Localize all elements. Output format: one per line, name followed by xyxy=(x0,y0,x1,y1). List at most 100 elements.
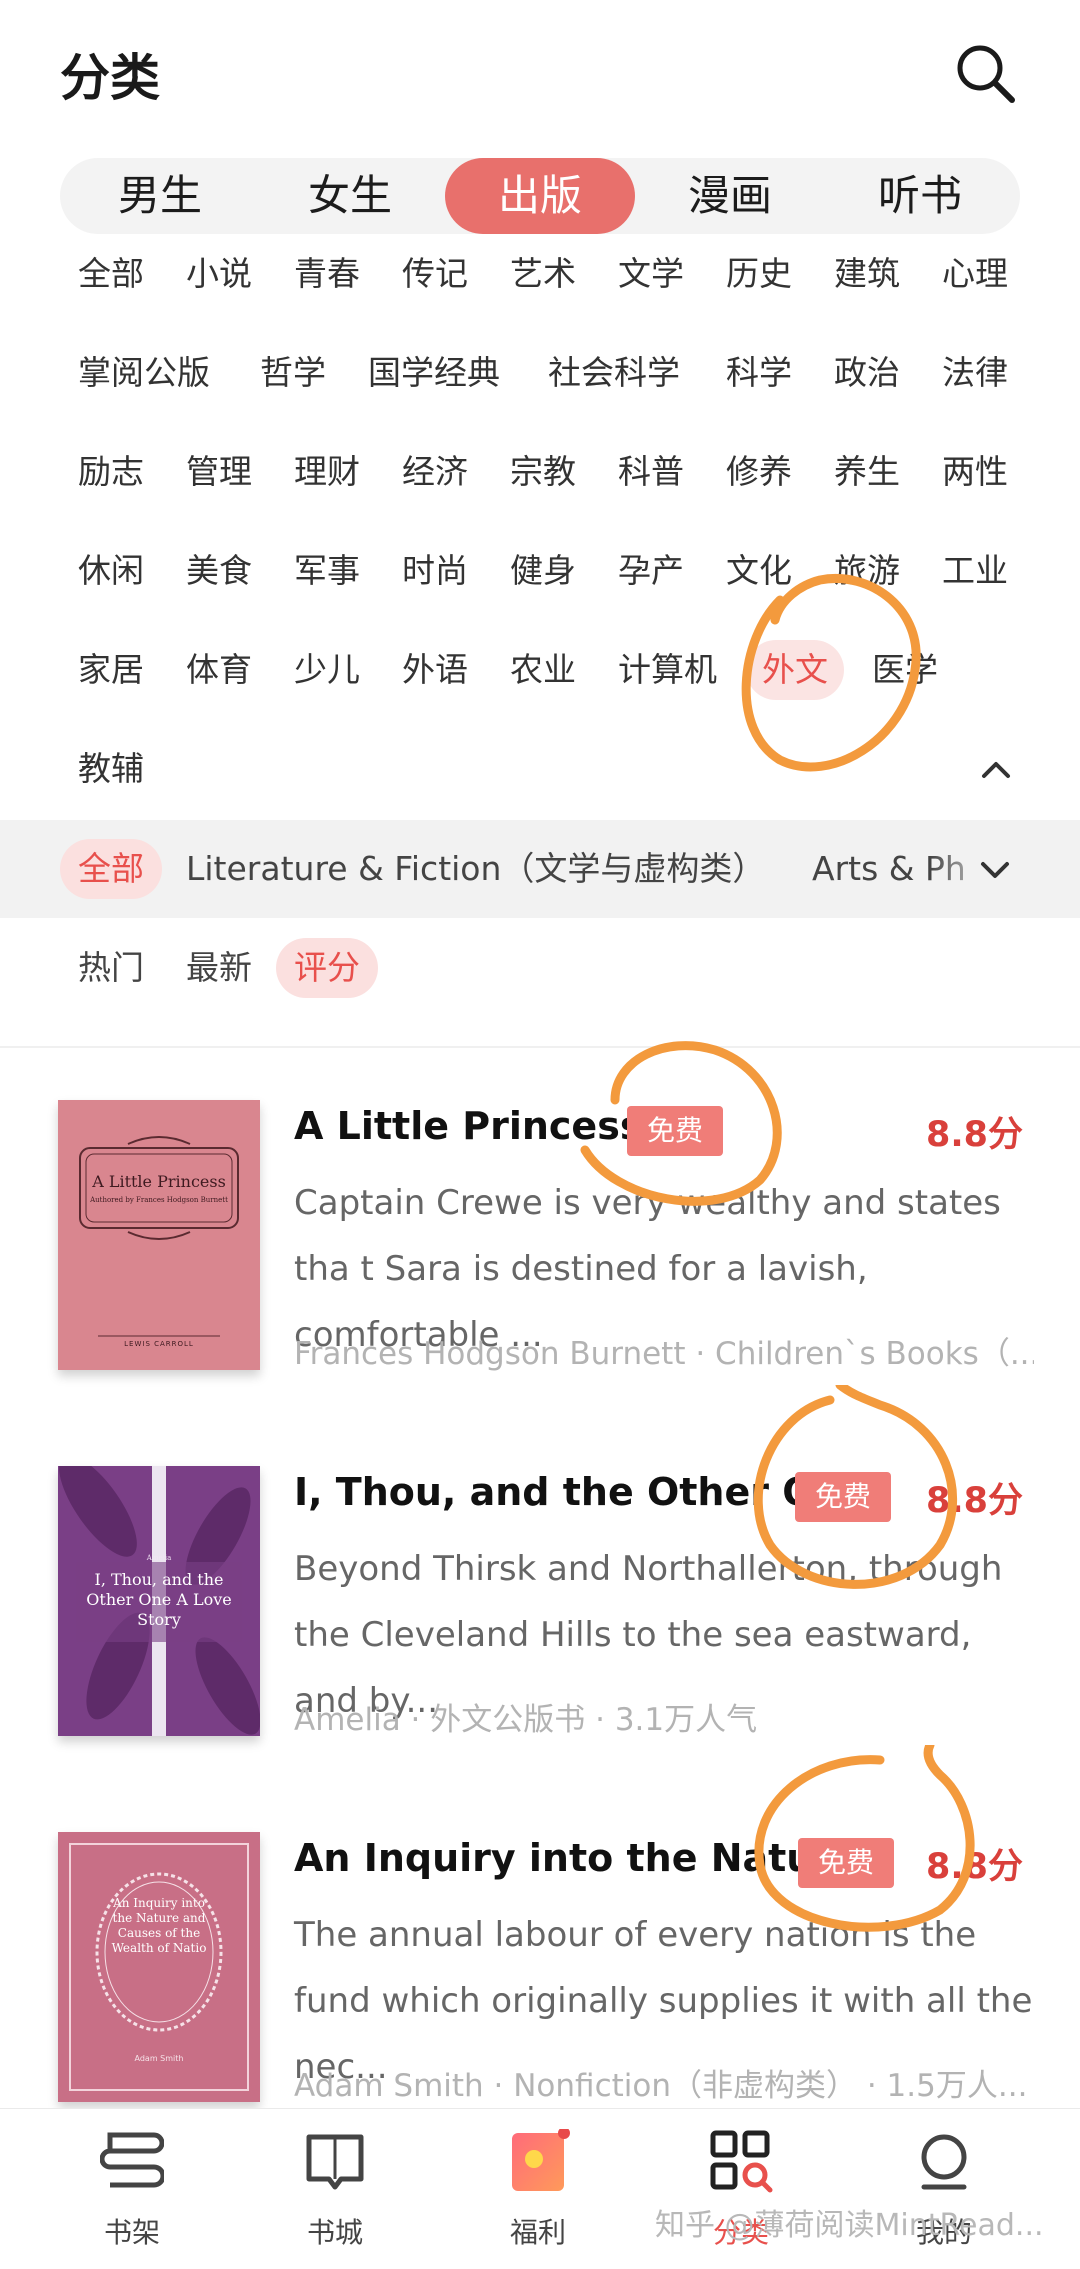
bottom-nav: 书架 书城 福利 分类 我的 xyxy=(0,2108,1080,2269)
tab-male[interactable]: 男生 xyxy=(80,158,240,234)
spine-line xyxy=(156,1562,162,1563)
category-icon xyxy=(709,2129,773,2193)
book-meta: Frances Hodgson Burnett · Children`s Boo… xyxy=(294,1336,1034,1372)
tag-item[interactable]: 农业 xyxy=(494,640,592,700)
book-cover[interactable]: An Inquiry into the Nature and Causes of… xyxy=(58,1832,260,2102)
header: 分类 xyxy=(0,0,1080,150)
tag-item[interactable]: 文学 xyxy=(602,244,700,304)
subcategory-all[interactable]: 全部 xyxy=(60,839,162,899)
tag-item[interactable]: 宗教 xyxy=(494,442,592,502)
gift-icon xyxy=(506,2127,570,2193)
chevron-down-icon[interactable] xyxy=(975,850,1015,890)
bookshelf-icon xyxy=(99,2129,166,2193)
book-title[interactable]: I, Thou, and the Other O... xyxy=(294,1470,857,1514)
cover-title: An Inquiry into the Nature and Causes of… xyxy=(111,1896,207,1955)
book-cover[interactable]: A Little Princess Authored by Frances Ho… xyxy=(58,1100,260,1370)
tag-item[interactable]: 两性 xyxy=(926,442,1024,502)
tag-item[interactable]: 美食 xyxy=(170,541,268,601)
tag-item[interactable]: 军事 xyxy=(278,541,376,601)
watermark: 知乎 @薄荷阅读MintRead... xyxy=(655,2208,1044,2243)
sort-hot[interactable]: 热门 xyxy=(78,938,144,998)
tag-item[interactable]: 心理 xyxy=(926,244,1024,304)
tab-female[interactable]: 女生 xyxy=(270,158,430,234)
sort-rating[interactable]: 评分 xyxy=(276,938,378,998)
tab-comics[interactable]: 漫画 xyxy=(650,158,810,234)
page-title: 分类 xyxy=(60,49,160,107)
tag-item[interactable]: 旅游 xyxy=(818,541,916,601)
tag-item[interactable]: 法律 xyxy=(926,343,1024,403)
tag-item[interactable]: 小说 xyxy=(170,244,268,304)
tag-item[interactable]: 国学经典 xyxy=(352,343,516,403)
tag-item[interactable]: 青春 xyxy=(278,244,376,304)
tag-item[interactable]: 艺术 xyxy=(494,244,592,304)
tag-item[interactable]: 家居 xyxy=(62,640,160,700)
tab-audiobook[interactable]: 听书 xyxy=(840,158,1000,234)
chevron-up-icon[interactable] xyxy=(976,750,1016,790)
book-cover[interactable]: Amelia I, Thou, and the Other One A Love… xyxy=(58,1455,261,1736)
sort-bar: 热门 最新 评分 xyxy=(0,932,1080,1012)
tag-item[interactable]: 休闲 xyxy=(62,541,160,601)
free-badge: 免费 xyxy=(795,1472,891,1522)
sort-newest[interactable]: 最新 xyxy=(186,938,252,998)
cover-author: Amelia xyxy=(146,1554,172,1562)
cover-author: Adam Smith xyxy=(134,2054,184,2063)
search-icon[interactable] xyxy=(950,38,1020,108)
tag-item[interactable]: 全部 xyxy=(62,244,160,304)
subcategory-literature[interactable]: Literature & Fiction（文学与虚构类） xyxy=(186,839,765,899)
free-badge: 免费 xyxy=(798,1838,894,1888)
cover-footer: LEWIS CARROLL xyxy=(124,1340,194,1348)
cover-title: A Little Princess xyxy=(92,1172,226,1191)
free-badge: 免费 xyxy=(627,1106,723,1156)
tag-item[interactable]: 哲学 xyxy=(244,343,342,403)
tag-item[interactable]: 教辅 xyxy=(62,739,160,799)
nav-welfare[interactable]: 福利 xyxy=(458,2127,618,2259)
tag-item[interactable]: 政治 xyxy=(818,343,916,403)
tag-item[interactable]: 外语 xyxy=(386,640,484,700)
book-item[interactable]: A Little Princess Authored by Frances Ho… xyxy=(0,1100,1080,1430)
book-title[interactable]: A Little Princess xyxy=(294,1104,642,1148)
divider xyxy=(0,1046,1080,1048)
nav-label: 书城 xyxy=(306,2216,363,2249)
tag-item[interactable]: 计算机 xyxy=(602,640,733,700)
tag-item[interactable]: 体育 xyxy=(170,640,268,700)
tag-item[interactable]: 医学 xyxy=(856,640,954,700)
tag-item[interactable]: 修养 xyxy=(710,442,808,502)
tag-item[interactable]: 科学 xyxy=(710,343,808,403)
cover-title: I, Thou, and the Other One A Love Story xyxy=(86,1570,232,1629)
book-score: 8.8分 xyxy=(926,1481,1024,1521)
book-title[interactable]: An Inquiry into the Natu... xyxy=(294,1836,857,1880)
book-score: 8.8分 xyxy=(926,1847,1024,1887)
book-score: 8.8分 xyxy=(926,1115,1024,1155)
nav-bookshelf[interactable]: 书架 xyxy=(52,2129,212,2259)
tag-item[interactable]: 建筑 xyxy=(818,244,916,304)
tag-item[interactable]: 孕产 xyxy=(602,541,700,601)
tag-item-selected[interactable]: 外文 xyxy=(746,640,844,700)
tag-item[interactable]: 健身 xyxy=(494,541,592,601)
nav-label: 书架 xyxy=(103,2216,160,2249)
category-tabs: 男生 女生 出版 漫画 听书 xyxy=(60,158,1020,234)
tag-item[interactable]: 理财 xyxy=(278,442,376,502)
tag-item[interactable]: 掌阅公版 xyxy=(62,343,226,403)
tag-item[interactable]: 时尚 xyxy=(386,541,484,601)
cover-subtitle: Authored by Frances Hodgson Burnett xyxy=(90,1196,228,1204)
book-meta: Adam Smith · Nonfiction（非虚构类） · 1.5万人... xyxy=(294,2068,1028,2104)
book-store-icon xyxy=(303,2129,367,2193)
subcategory-bar: 全部 Literature & Fiction（文学与虚构类） Arts & P… xyxy=(0,820,1080,918)
tag-item[interactable]: 历史 xyxy=(710,244,808,304)
tag-item[interactable]: 励志 xyxy=(62,442,160,502)
tag-item[interactable]: 经济 xyxy=(386,442,484,502)
tag-item[interactable]: 养生 xyxy=(818,442,916,502)
nav-label: 福利 xyxy=(509,2216,566,2249)
tag-item[interactable]: 少儿 xyxy=(278,640,376,700)
tag-item[interactable]: 社会科学 xyxy=(532,343,696,403)
book-item[interactable]: Amelia I, Thou, and the Other One A Love… xyxy=(0,1455,1080,1796)
book-meta: Amelia · 外文公版书 · 3.1万人气 xyxy=(294,1702,758,1738)
tag-item[interactable]: 管理 xyxy=(170,442,268,502)
tag-item[interactable]: 工业 xyxy=(926,541,1024,601)
profile-icon xyxy=(912,2129,976,2193)
tab-publish[interactable]: 出版 xyxy=(445,158,635,234)
tag-item[interactable]: 传记 xyxy=(386,244,484,304)
tag-item[interactable]: 文化 xyxy=(710,541,808,601)
tag-item[interactable]: 科普 xyxy=(602,442,700,502)
nav-bookstore[interactable]: 书城 xyxy=(255,2129,415,2259)
